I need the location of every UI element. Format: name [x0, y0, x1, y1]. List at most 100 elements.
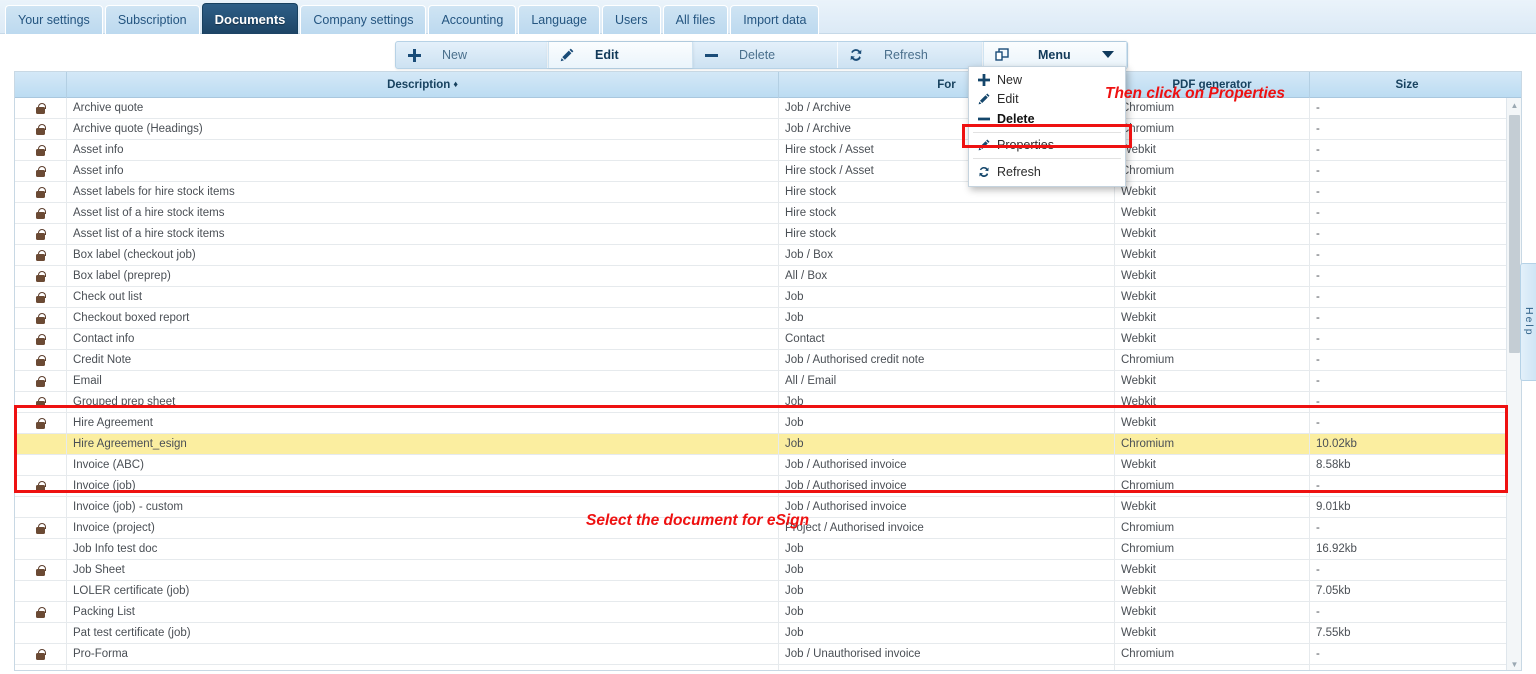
row-pdf-generator-cell: Webkit	[1115, 202, 1310, 224]
table-row[interactable]: Box label (preprep) All / Box Webkit -	[15, 265, 1521, 287]
scroll-up-icon[interactable]: ▲	[1507, 98, 1521, 112]
table-row[interactable]: Contact info Contact Webkit -	[15, 328, 1521, 350]
row-for-cell: Project / Authorised invoice	[779, 517, 1115, 539]
row-for-cell: Job	[779, 433, 1115, 455]
tab-all-files[interactable]: All files	[662, 5, 729, 34]
table-row[interactable]: Asset info Hire stock / Asset Chromium -	[15, 160, 1521, 182]
table-row[interactable]: Asset list of a hire stock items Hire sto…	[15, 223, 1521, 245]
menu-item-refresh[interactable]: Refresh	[969, 162, 1125, 182]
row-for-cell: Hire stock	[779, 223, 1115, 245]
row-lock-cell	[15, 538, 67, 560]
plus-icon	[971, 73, 997, 86]
table-row[interactable]: Invoice (job) - custom Job / Authorised i…	[15, 496, 1521, 518]
row-pdf-generator-cell: Chromium	[1115, 349, 1310, 371]
column-header-size[interactable]: Size	[1310, 72, 1504, 98]
table-row[interactable]: Grouped prep sheet Job Webkit -	[15, 391, 1521, 413]
menu-item-properties[interactable]: Properties	[969, 136, 1125, 156]
row-lock-cell	[15, 202, 67, 224]
row-pdf-generator-cell: Webkit	[1115, 286, 1310, 308]
table-row[interactable]	[15, 664, 1521, 670]
row-size-cell: -	[1316, 521, 1320, 534]
table-row[interactable]: Checkout boxed report Job Webkit -	[15, 307, 1521, 329]
refresh-icon	[971, 166, 997, 178]
tab-accounting[interactable]: Accounting	[428, 5, 517, 34]
table-row[interactable]: Pro-Forma Job / Unauthorised invoice Chrom…	[15, 643, 1521, 665]
row-for-cell: Job	[779, 307, 1115, 329]
tab-label: Documents	[214, 11, 286, 27]
menu-item-new[interactable]: New	[969, 70, 1125, 90]
table-row[interactable]: Asset info Hire stock / Asset Webkit -	[15, 139, 1521, 161]
table-row[interactable]: Hire Agreement_esign Job Chromium 10.02kb	[15, 433, 1521, 455]
table-row[interactable]: Archive quote Job / Archive Chromium -	[15, 97, 1521, 119]
tab-label: Accounting	[441, 13, 504, 27]
toolbar-menu-label: Menu	[1038, 48, 1071, 62]
row-pdf-generator-cell: Webkit	[1115, 223, 1310, 245]
row-size-cell: -	[1316, 101, 1320, 114]
table-row[interactable]: Box label (checkout job) Job / Box Webkit -	[15, 244, 1521, 266]
help-tab[interactable]: Help	[1520, 263, 1536, 381]
table-row[interactable]: Job Info test doc Job Chromium 16.92kb	[15, 538, 1521, 560]
toolbar-edit-button[interactable]: Edit	[548, 42, 693, 68]
table-row[interactable]: Archive quote (Headings) Job / Archive Chr…	[15, 118, 1521, 140]
toolbar-delete-button[interactable]: Delete	[693, 42, 838, 68]
app-root: Your settings Subscription Documents Compan…	[0, 0, 1536, 674]
table-row[interactable]: Invoice (project) Project / Authorised in…	[15, 517, 1521, 539]
row-pdf-generator-cell: Webkit	[1115, 139, 1310, 161]
table-row[interactable]: Check out list Job Webkit -	[15, 286, 1521, 308]
toolbar-menu-button[interactable]: Menu	[983, 42, 1127, 68]
table-row[interactable]: Job Sheet Job Webkit -	[15, 559, 1521, 581]
row-size-cell: -	[1316, 206, 1320, 219]
menu-item-delete[interactable]: Delete	[969, 109, 1125, 129]
row-pdf-generator-cell: Chromium	[1115, 517, 1310, 539]
tab-users[interactable]: Users	[601, 5, 661, 34]
tab-your-settings[interactable]: Your settings	[5, 5, 103, 34]
row-description-cell: Asset list of a hire stock items	[67, 223, 779, 245]
table-row[interactable]: Hire Agreement Job Webkit -	[15, 412, 1521, 434]
row-lock-cell	[15, 496, 67, 518]
row-for-cell: Contact	[779, 328, 1115, 350]
row-size-cell: 7.05kb	[1316, 584, 1351, 597]
tab-documents[interactable]: Documents	[201, 3, 299, 34]
row-for-cell: Job	[779, 412, 1115, 434]
row-pdf-generator-cell: Webkit	[1115, 181, 1310, 203]
toolbar-refresh-button[interactable]: Refresh	[838, 42, 983, 68]
row-size-cell: -	[1316, 332, 1320, 345]
grid-vertical-scrollbar[interactable]: ▲ ▼	[1506, 98, 1521, 670]
sort-ascending-icon: ♦	[453, 78, 458, 89]
column-header-pdf-generator[interactable]: PDF generator	[1115, 72, 1310, 98]
table-row[interactable]: Invoice (job) Job / Authorised invoice Chr…	[15, 475, 1521, 497]
toolbar-new-button[interactable]: New	[396, 42, 548, 68]
row-description-cell: LOLER certificate (job)	[67, 580, 779, 602]
row-lock-cell	[15, 244, 67, 266]
grid-toolbar: New Edit Delete Refresh Menu	[395, 41, 1128, 69]
table-row[interactable]: Packing List Job Webkit -	[15, 601, 1521, 623]
table-row[interactable]: Asset list of a hire stock items Hire sto…	[15, 202, 1521, 224]
row-for-cell: Job	[779, 559, 1115, 581]
chevron-down-icon	[1102, 51, 1114, 58]
column-header-description[interactable]: Description ♦	[67, 72, 779, 98]
row-description-cell: Invoice (ABC)	[67, 454, 779, 476]
pencil-icon	[549, 48, 585, 62]
toolbar-new-label: New	[442, 48, 468, 62]
tab-subscription[interactable]: Subscription	[104, 5, 200, 34]
scroll-down-icon[interactable]: ▼	[1507, 657, 1521, 670]
tab-import-data[interactable]: Import data	[730, 5, 820, 34]
row-size-cell: -	[1316, 290, 1320, 303]
row-pdf-generator-cell: Webkit	[1115, 601, 1310, 623]
settings-tab-bar: Your settings Subscription Documents Compan…	[0, 0, 1536, 34]
menu-item-edit[interactable]: Edit	[969, 90, 1125, 110]
table-row[interactable]: Pat test certificate (job) Job Webkit 7.55k…	[15, 622, 1521, 644]
row-size-cell: -	[1316, 605, 1320, 618]
table-row[interactable]: Asset labels for hire stock items Hire st…	[15, 181, 1521, 203]
table-row[interactable]: LOLER certificate (job) Job Webkit 7.05kb	[15, 580, 1521, 602]
row-pdf-generator-cell: Chromium	[1115, 433, 1310, 455]
column-header-lock[interactable]	[15, 72, 67, 98]
table-row[interactable]: Credit Note Job / Authorised credit note C…	[15, 349, 1521, 371]
tab-language[interactable]: Language	[518, 5, 600, 34]
row-lock-cell	[15, 559, 67, 581]
table-row[interactable]: Email All / Email Webkit -	[15, 370, 1521, 392]
tab-company-settings[interactable]: Company settings	[300, 5, 427, 34]
table-row[interactable]: Invoice (ABC) Job / Authorised invoice Web…	[15, 454, 1521, 476]
lock-icon	[36, 648, 46, 660]
scrollbar-thumb[interactable]	[1509, 115, 1520, 353]
